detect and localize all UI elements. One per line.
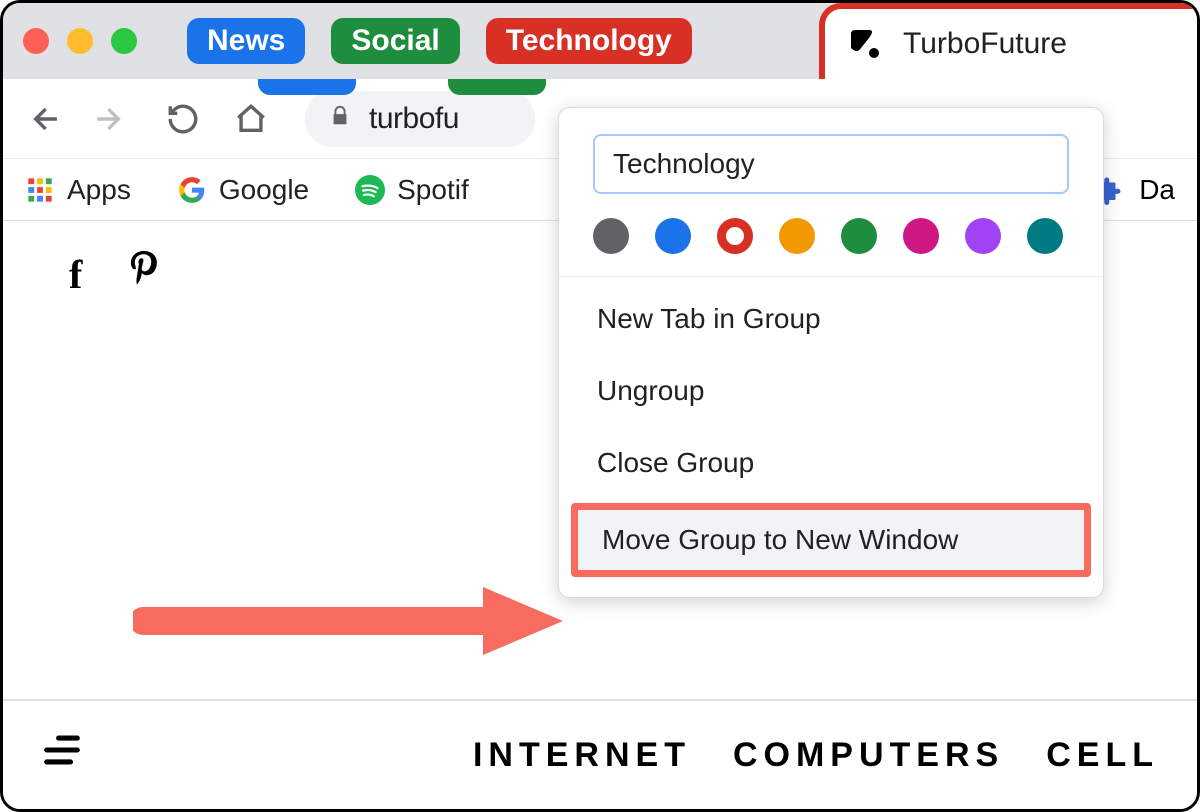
bookmarks-right-cutoff: Da bbox=[1093, 174, 1175, 206]
home-button[interactable] bbox=[225, 93, 277, 145]
bookmark-apps[interactable]: Apps bbox=[25, 174, 131, 206]
color-green[interactable] bbox=[841, 218, 877, 254]
spotify-icon bbox=[355, 175, 385, 205]
tab-groups-row: News Social Technology bbox=[187, 18, 692, 64]
turbofuture-favicon-icon bbox=[847, 26, 883, 62]
color-pink[interactable] bbox=[903, 218, 939, 254]
bookmark-label: Apps bbox=[67, 174, 131, 206]
menu-ungroup[interactable]: Ungroup bbox=[559, 355, 1103, 427]
reload-button[interactable] bbox=[157, 93, 209, 145]
menu-new-tab-in-group[interactable]: New Tab in Group bbox=[559, 283, 1103, 355]
bookmark-google[interactable]: Google bbox=[177, 174, 309, 206]
bookmark-spotify[interactable]: Spotif bbox=[355, 174, 469, 206]
nav-internet[interactable]: INTERNET bbox=[473, 736, 691, 775]
color-purple[interactable] bbox=[965, 218, 1001, 254]
forward-button[interactable] bbox=[81, 93, 133, 145]
back-button[interactable] bbox=[21, 93, 73, 145]
window-minimize-button[interactable] bbox=[67, 28, 93, 54]
tab-group-context-menu: New Tab in Group Ungroup Close Group Mov… bbox=[558, 107, 1104, 598]
color-red[interactable] bbox=[717, 218, 753, 254]
color-cyan[interactable] bbox=[1027, 218, 1063, 254]
bookmark-label-cutoff: Da bbox=[1139, 174, 1175, 206]
active-tab[interactable]: TurboFuture bbox=[819, 3, 1200, 79]
active-tab-title: TurboFuture bbox=[903, 27, 1067, 61]
window-maximize-button[interactable] bbox=[111, 28, 137, 54]
tab-strip: News Social Technology TurboFuture bbox=[3, 3, 1197, 79]
apps-icon bbox=[25, 175, 55, 205]
tab-group-news[interactable]: News bbox=[187, 18, 305, 64]
hamburger-menu-icon[interactable] bbox=[41, 733, 83, 777]
bookmark-label: Google bbox=[219, 174, 309, 206]
collapsed-groups-peek bbox=[258, 79, 546, 95]
address-text: turbofu bbox=[369, 102, 459, 136]
nav-cell[interactable]: CELL bbox=[1046, 736, 1159, 775]
menu-close-group[interactable]: Close Group bbox=[559, 427, 1103, 499]
bookmark-label: Spotif bbox=[397, 174, 469, 206]
annotation-arrow-icon bbox=[133, 581, 563, 661]
menu-move-group-to-new-window[interactable]: Move Group to New Window bbox=[571, 503, 1091, 577]
tab-group-social[interactable]: Social bbox=[331, 18, 459, 64]
nav-computers[interactable]: COMPUTERS bbox=[733, 736, 1004, 775]
address-bar[interactable]: turbofu bbox=[305, 91, 535, 147]
window-controls bbox=[23, 28, 137, 54]
group-color-picker bbox=[593, 218, 1069, 254]
social-share-row: f bbox=[69, 251, 160, 303]
site-navigation: INTERNET COMPUTERS CELL bbox=[3, 699, 1197, 809]
pinterest-icon[interactable] bbox=[128, 251, 160, 303]
color-grey[interactable] bbox=[593, 218, 629, 254]
color-blue[interactable] bbox=[655, 218, 691, 254]
lock-icon bbox=[329, 103, 351, 134]
tab-group-technology[interactable]: Technology bbox=[486, 18, 692, 64]
window-close-button[interactable] bbox=[23, 28, 49, 54]
google-icon bbox=[177, 175, 207, 205]
color-orange[interactable] bbox=[779, 218, 815, 254]
facebook-icon[interactable]: f bbox=[69, 251, 82, 303]
group-name-input[interactable] bbox=[593, 134, 1069, 194]
